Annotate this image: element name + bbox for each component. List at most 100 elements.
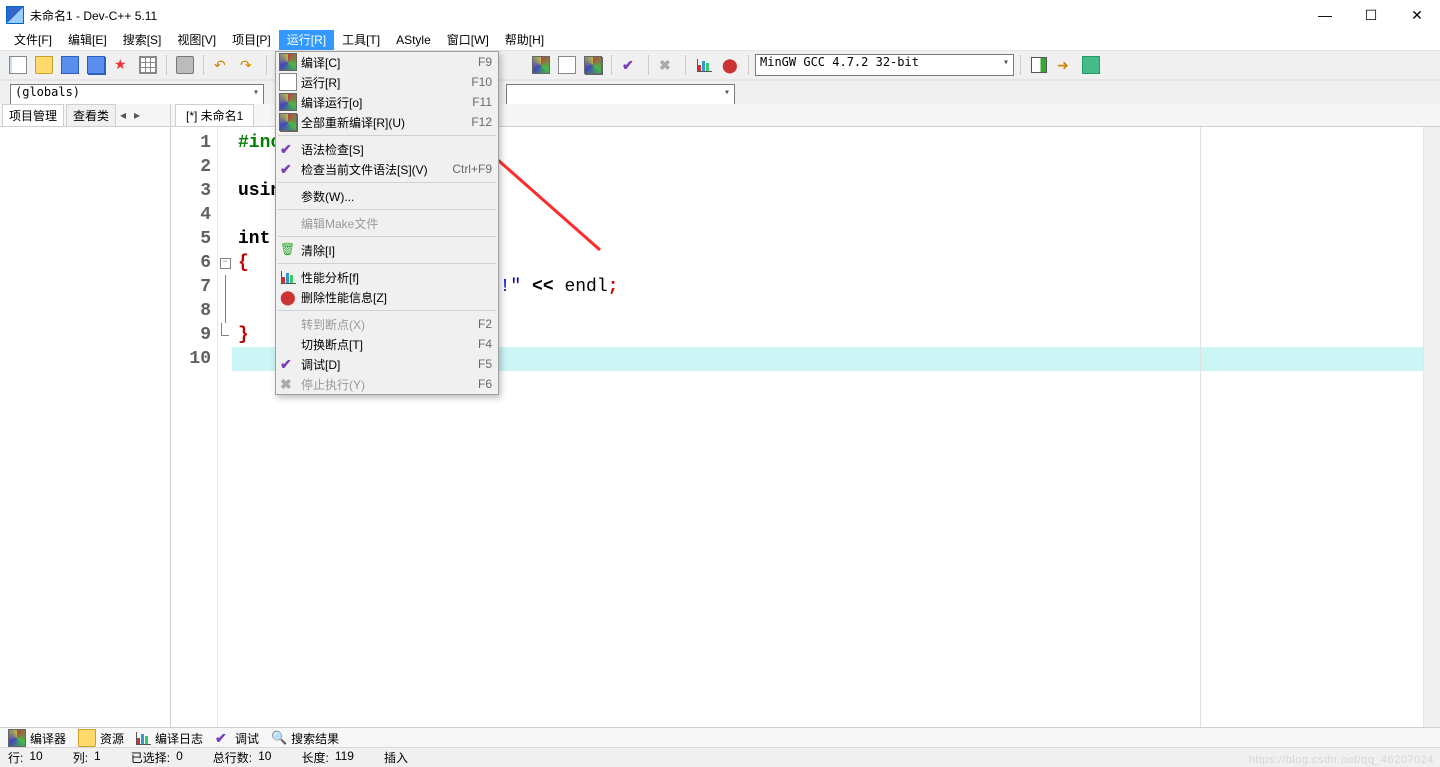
menu-tools[interactable]: 工具[T]: [334, 30, 388, 50]
menu-run[interactable]: 运行[R]: [279, 30, 334, 50]
menu-edit[interactable]: 编辑[E]: [60, 30, 115, 50]
menu-item-shortcut: Ctrl+F9: [436, 162, 492, 176]
check-icon: ✔: [215, 730, 231, 746]
scope-select-value: (globals): [15, 85, 80, 99]
save-button[interactable]: [58, 53, 82, 77]
tab-compile-log[interactable]: 编译日志: [136, 730, 203, 747]
status-len-label: 长度:: [301, 749, 328, 766]
menu-search[interactable]: 搜索[S]: [115, 30, 170, 50]
maximize-button[interactable]: ☐: [1348, 0, 1394, 30]
disk-button[interactable]: [1079, 53, 1103, 77]
status-row: 10: [29, 749, 42, 766]
run-button[interactable]: [555, 53, 579, 77]
menu-item[interactable]: 全部重新编译[R](U)F12: [276, 112, 498, 132]
menu-item-label: 转到断点(X): [297, 316, 436, 333]
exit-button[interactable]: [1027, 53, 1051, 77]
menu-item: 转到断点(X)F2: [276, 314, 498, 334]
menu-item[interactable]: 性能分析[f]: [276, 267, 498, 287]
close-button[interactable]: ✕: [1394, 0, 1440, 30]
menu-item-label: 切换断点[T]: [297, 336, 436, 353]
save-icon: [61, 56, 79, 74]
fold-gutter: −: [218, 127, 232, 727]
new-file-button[interactable]: [6, 53, 30, 77]
open-button[interactable]: [32, 53, 56, 77]
window-title: 未命名1 - Dev-C++ 5.11: [30, 7, 157, 24]
trash-icon: 🗑: [280, 242, 296, 258]
star-button[interactable]: ★: [110, 53, 134, 77]
menu-item[interactable]: 参数(W)...: [276, 186, 498, 206]
menu-item-label: 编译运行[o]: [297, 94, 436, 111]
stop-button[interactable]: ✖: [655, 53, 679, 77]
menu-file[interactable]: 文件[F]: [6, 30, 60, 50]
menu-item[interactable]: 切换断点[T]F4: [276, 334, 498, 354]
rebuild-icon: [279, 113, 297, 131]
menu-item: 编辑Make文件: [276, 213, 498, 233]
menu-astyle[interactable]: AStyle: [388, 30, 439, 50]
line-number-gutter: 1 2 3 4 5 6 7 8 9 10: [171, 127, 218, 727]
compile-icon: [532, 56, 550, 74]
redo-button[interactable]: ↷: [236, 53, 260, 77]
editor-tab[interactable]: [*] 未命名1: [175, 104, 254, 126]
code-token: <<: [521, 277, 564, 297]
grid-button[interactable]: [136, 53, 160, 77]
save-all-button[interactable]: [84, 53, 108, 77]
scope-select[interactable]: (globals): [10, 84, 264, 106]
status-total: 10: [258, 749, 271, 766]
left-tab-classes[interactable]: 查看类: [66, 104, 116, 126]
tab-compiler[interactable]: 编译器: [8, 729, 66, 747]
tab-resources[interactable]: 资源: [78, 729, 124, 747]
delete-profile-button[interactable]: ⬤: [718, 53, 742, 77]
left-tab-next[interactable]: ▸: [130, 108, 144, 122]
status-col: 1: [94, 749, 101, 766]
menu-window[interactable]: 窗口[W]: [439, 30, 497, 50]
compile-button[interactable]: [529, 53, 553, 77]
search-icon: 🔍: [271, 730, 287, 746]
bug-icon: ⬤: [280, 289, 296, 305]
menu-item[interactable]: ✔语法检查[S]: [276, 139, 498, 159]
menu-bar: 文件[F] 编辑[E] 搜索[S] 视图[V] 项目[P] 运行[R] 工具[T…: [0, 30, 1440, 50]
menu-view[interactable]: 视图[V]: [169, 30, 224, 50]
right-margin-line: [1200, 127, 1201, 727]
exit-icon: [1031, 57, 1047, 73]
import-button[interactable]: ➜: [1053, 53, 1077, 77]
tab-search-results[interactable]: 🔍搜索结果: [271, 730, 339, 747]
run-icon: [558, 56, 576, 74]
menu-item-label: 编译[C]: [297, 54, 436, 71]
compiler-select[interactable]: MinGW GCC 4.7.2 32-bit: [755, 54, 1014, 76]
debug-check-button[interactable]: ✔: [618, 53, 642, 77]
code-token: endl: [564, 277, 607, 297]
vertical-scrollbar[interactable]: [1423, 127, 1440, 727]
menu-project[interactable]: 项目[P]: [224, 30, 279, 50]
menu-item-label: 检查当前文件语法[S](V): [297, 161, 436, 178]
folder-icon: [78, 729, 96, 747]
menu-help[interactable]: 帮助[H]: [497, 30, 552, 50]
undo-button[interactable]: ↶: [210, 53, 234, 77]
menu-item[interactable]: 编译运行[o]F11: [276, 92, 498, 112]
menu-item[interactable]: ✔检查当前文件语法[S](V)Ctrl+F9: [276, 159, 498, 179]
menu-item-label: 编辑Make文件: [297, 215, 436, 232]
run-icon: [279, 73, 297, 91]
save-all-icon: [87, 56, 105, 74]
menu-item-label: 全部重新编译[R](U): [297, 114, 436, 131]
menu-item[interactable]: 运行[R]F10: [276, 72, 498, 92]
menu-item[interactable]: ⬤删除性能信息[Z]: [276, 287, 498, 307]
menu-item[interactable]: 🗑清除[I]: [276, 240, 498, 260]
run-dropdown: 编译[C]F9运行[R]F10编译运行[o]F11全部重新编译[R](U)F12…: [275, 51, 499, 395]
tab-debug[interactable]: ✔调试: [215, 730, 259, 747]
minimize-button[interactable]: —: [1302, 0, 1348, 30]
print-button[interactable]: [173, 53, 197, 77]
rebuild-button[interactable]: [581, 53, 605, 77]
app-icon: [6, 6, 24, 24]
compile-icon: [8, 729, 26, 747]
fold-toggle-icon[interactable]: −: [220, 258, 231, 269]
menu-item[interactable]: ✔调试[D]F5: [276, 354, 498, 374]
class-browser-select[interactable]: [506, 84, 735, 106]
left-tab-project[interactable]: 项目管理: [2, 104, 64, 126]
profile-icon: [697, 59, 712, 72]
left-tab-prev[interactable]: ◂: [116, 108, 130, 122]
profile-button[interactable]: [692, 53, 716, 77]
menu-item[interactable]: 编译[C]F9: [276, 52, 498, 72]
menu-item-shortcut: F12: [436, 115, 492, 129]
menu-item-shortcut: F2: [436, 317, 492, 331]
status-bar: 行:10 列:1 已选择:0 总行数:10 长度:119 插入 https://…: [0, 747, 1440, 767]
